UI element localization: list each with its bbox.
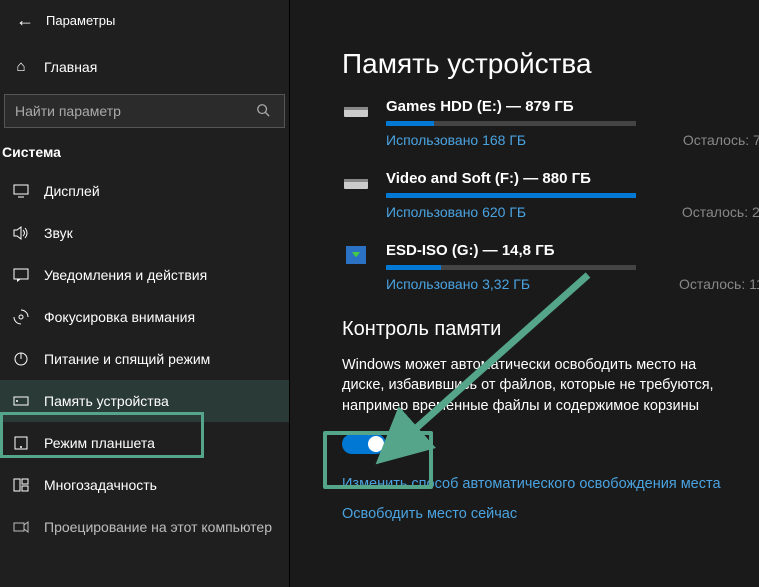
nav-label: Режим планшета [44,435,155,451]
install-disk-icon [342,244,370,266]
header-title: Параметры [46,13,115,28]
storage-sense-description: Windows может автоматически освободить м… [342,355,742,416]
search-icon [256,103,274,120]
back-icon[interactable]: ← [16,10,36,31]
drive-usage-bar [386,121,636,126]
drive-title: Games HDD (E:) — 879 ГБ [386,98,759,115]
page-title: Память устройства [342,48,759,80]
nav-label: Звук [44,225,73,241]
nav-display[interactable]: Дисплей [0,170,289,212]
nav-notifications[interactable]: Уведомления и действия [0,254,289,296]
nav-multitasking[interactable]: Многозадачность [0,464,289,506]
nav-power[interactable]: Питание и спящий режим [0,338,289,380]
drive-row[interactable]: ESD-ISO (G:) — 14,8 ГБ Использовано 3,32… [342,242,759,292]
drive-used-label: Использовано 3,32 ГБ [386,276,530,292]
sound-icon [12,226,30,240]
nav-label: Питание и спящий режим [44,351,210,367]
drive-remaining-label: Осталось: 11,5 ГБ [679,276,759,292]
nav-label: Проецирование на этот компьютер [44,519,272,535]
search-placeholder: Найти параметр [15,103,256,119]
drive-usage-bar [386,193,636,198]
nav-label: Память устройства [44,393,169,409]
drive-row[interactable]: Video and Soft (F:) — 880 ГБ Использован… [342,170,759,220]
settings-header: ← Параметры [0,0,289,45]
drive-title: ESD-ISO (G:) — 14,8 ГБ [386,242,759,259]
toggle-label: Вкл. [400,435,430,452]
storage-sense-toggle-row: Вкл. [342,434,759,454]
hdd-icon [342,100,370,122]
nav-focus[interactable]: Фокусировка внимания [0,296,289,338]
display-icon [12,184,30,198]
search-input[interactable]: Найти параметр [4,94,285,128]
drive-remaining-label: Осталось: 711 ГБ [683,132,759,148]
hdd-icon [342,172,370,194]
storage-sense-header: Контроль памяти [342,318,759,341]
notifications-icon [12,268,30,282]
link-change-cleanup[interactable]: Изменить способ автоматического освобожд… [342,476,759,492]
drive-remaining-label: Осталось: 259 ГБ [682,204,759,220]
tablet-icon [12,436,30,450]
nav-project[interactable]: Проецирование на этот компьютер [0,506,289,548]
drive-usage-bar [386,265,636,270]
nav-sound[interactable]: Звук [0,212,289,254]
nav-tablet[interactable]: Режим планшета [0,422,289,464]
nav-label: Фокусировка внимания [44,309,195,325]
link-free-now[interactable]: Освободить место сейчас [342,506,759,522]
multitasking-icon [12,478,30,492]
storage-sense-toggle[interactable] [342,434,386,454]
drive-used-label: Использовано 168 ГБ [386,132,526,148]
sidebar: ← Параметры ⌂ Главная Найти параметр Сис… [0,0,290,587]
home-icon: ⌂ [12,58,30,75]
drive-used-label: Использовано 620 ГБ [386,204,526,220]
nav-home[interactable]: ⌂ Главная [0,45,289,88]
main-content: Память устройства Games HDD (E:) — 879 Г… [290,0,759,587]
power-icon [12,351,30,367]
nav-home-label: Главная [44,59,97,75]
nav-label: Многозадачность [44,477,157,493]
drive-row[interactable]: Games HDD (E:) — 879 ГБ Использовано 168… [342,98,759,148]
nav-storage[interactable]: Память устройства [0,380,289,422]
storage-icon [12,394,30,408]
nav-label: Дисплей [44,183,100,199]
section-system-label: Система [0,142,289,170]
project-icon [12,520,30,534]
nav-label: Уведомления и действия [44,267,207,283]
drive-title: Video and Soft (F:) — 880 ГБ [386,170,759,187]
focus-icon [12,309,30,325]
